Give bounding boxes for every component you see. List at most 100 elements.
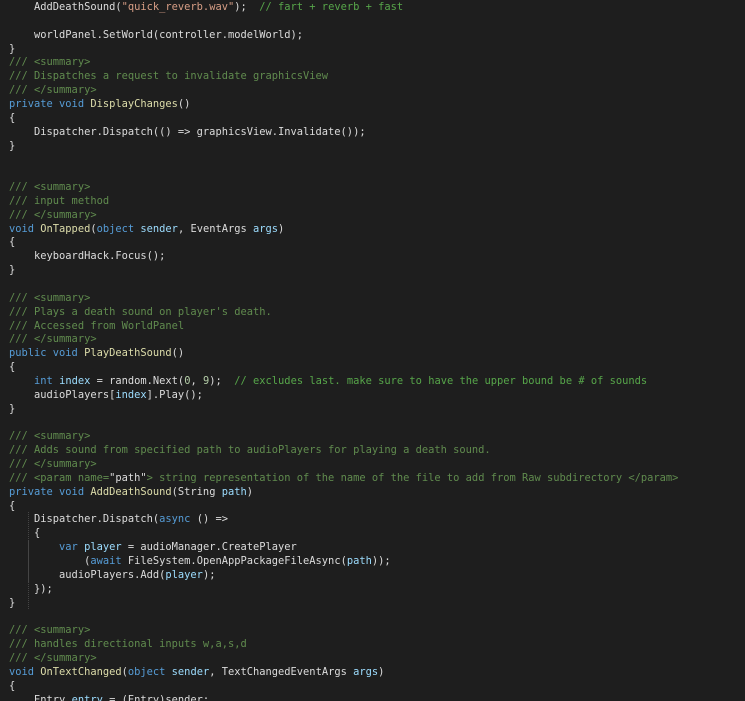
code-token: {	[9, 361, 16, 374]
code-line[interactable]: keyboardHack.Focus();	[9, 249, 165, 263]
code-line[interactable]: /// </summary>	[9, 83, 97, 97]
code-line[interactable]: }	[9, 596, 15, 610]
code-line[interactable]: });	[9, 582, 53, 596]
code-line[interactable]: int index = random.Next(0, 9); // exclud…	[9, 374, 647, 388]
code-line[interactable]: }	[9, 42, 15, 56]
code-token: args	[253, 222, 279, 235]
code-line[interactable]: /// </summary>	[9, 457, 97, 471]
code-token: /// <summary>	[9, 181, 91, 194]
code-line[interactable]: private void DisplayChanges()	[9, 97, 190, 111]
code-line[interactable]: /// <summary>	[9, 623, 90, 637]
code-token: private void	[9, 97, 91, 110]
code-token: int	[34, 374, 60, 387]
code-line[interactable]: var player = audioManager.CreatePlayer	[9, 540, 297, 554]
code-token: > string representation of the name of t…	[146, 471, 679, 484]
code-token: path	[221, 485, 247, 498]
code-token: /// Dispatches a request to invalidate g…	[9, 70, 329, 83]
code-line[interactable]: /// input method	[9, 194, 109, 208]
code-line[interactable]: Dispatcher.Dispatch(async () =>	[9, 512, 228, 526]
code-line[interactable]: /// Dispatches a request to invalidate g…	[9, 69, 328, 83]
code-line[interactable]: /// </summary>	[9, 208, 97, 222]
code-line[interactable]: AddDeathSound("quick_reverb.wav"); // fa…	[9, 0, 403, 14]
code-token: OnTapped	[40, 222, 91, 235]
code-line[interactable]: /// <summary>	[9, 291, 90, 305]
code-token: /// input method	[9, 194, 110, 207]
code-token: /// <param name=	[9, 471, 110, 484]
code-line[interactable]: /// </summary>	[9, 651, 97, 665]
code-line[interactable]: private void AddDeathSound(String path)	[9, 485, 253, 499]
code-line[interactable]: /// <summary>	[9, 429, 90, 443]
code-token: ()	[171, 347, 185, 360]
code-token: ));	[371, 555, 391, 567]
code-token: args	[353, 665, 379, 678]
code-line[interactable]: {	[9, 499, 15, 513]
code-line[interactable]: /// Accessed from WorldPanel	[9, 319, 184, 333]
code-token: , EventArgs	[177, 222, 254, 235]
code-line[interactable]: audioPlayers[index].Play();	[9, 388, 203, 402]
code-token: sender	[140, 222, 178, 235]
code-token: PlayDeathSound	[84, 347, 172, 360]
code-token: /// Adds sound from specified path to au…	[9, 444, 491, 457]
code-line[interactable]: worldPanel.SetWorld(controller.modelWorl…	[9, 28, 303, 42]
code-token: /// Accessed from WorldPanel	[9, 319, 185, 332]
code-token: (String	[171, 485, 222, 498]
code-line[interactable]: /// <summary>	[9, 180, 90, 194]
code-line[interactable]: /// Plays a death sound on player's deat…	[9, 305, 272, 319]
code-token: index	[115, 388, 147, 401]
code-token: var	[59, 541, 85, 554]
code-token: , TextChangedEventArgs	[209, 665, 354, 678]
code-token: /// handles directional inputs w,a,s,d	[9, 638, 247, 651]
code-line[interactable]: (await FileSystem.OpenAppPackageFileAsyn…	[9, 554, 391, 568]
code-line[interactable]: audioPlayers.Add(player);	[9, 568, 215, 582]
code-line[interactable]: public void PlayDeathSound()	[9, 346, 184, 360]
code-token: Dispatcher.Dispatch(() => graphicsView.I…	[9, 125, 366, 138]
code-token: index	[59, 374, 91, 387]
code-line[interactable]: void OnTapped(object sender, EventArgs a…	[9, 222, 284, 236]
code-token: {	[9, 236, 16, 249]
code-line[interactable]: /// <param name="path"> string represent…	[9, 471, 678, 485]
code-token: {	[9, 499, 16, 512]
code-token: /// </summary>	[9, 458, 97, 471]
code-token: }	[9, 264, 16, 277]
code-token: )	[278, 222, 285, 235]
code-token: ()	[177, 97, 191, 110]
code-token: }	[9, 596, 16, 609]
code-token: sender	[171, 665, 210, 678]
code-line[interactable]: {	[9, 526, 40, 540]
code-line[interactable]: /// <summary>	[9, 55, 90, 69]
code-line[interactable]: {	[9, 360, 15, 374]
code-token: FileSystem.OpenAppPackageFileAsync(	[127, 555, 347, 567]
code-token: /// </summary>	[9, 333, 97, 346]
code-line[interactable]: /// handles directional inputs w,a,s,d	[9, 637, 247, 651]
code-line[interactable]: {	[9, 111, 15, 125]
code-token: });	[9, 582, 53, 595]
code-token: player	[84, 541, 122, 554]
code-editor[interactable]: AddDeathSound("quick_reverb.wav"); // fa…	[0, 0, 745, 701]
code-line[interactable]: }	[9, 402, 15, 416]
code-token: /// <summary>	[9, 291, 91, 304]
code-token: );	[202, 568, 216, 581]
code-line[interactable]: }	[9, 139, 15, 153]
code-token: ,	[190, 374, 203, 387]
code-line[interactable]: {	[9, 679, 15, 693]
code-token: = audioManager.CreatePlayer	[121, 541, 297, 554]
code-token: )	[246, 485, 253, 498]
code-line[interactable]: Entry entry = (Entry)sender;	[9, 693, 209, 701]
code-line[interactable]: {	[9, 235, 15, 249]
code-token: void	[9, 222, 41, 235]
code-token: object	[96, 222, 141, 235]
code-token: entry	[71, 693, 103, 701]
code-token: OnTextChanged	[40, 665, 122, 678]
code-line[interactable]: Dispatcher.Dispatch(() => graphicsView.I…	[9, 125, 366, 139]
code-line[interactable]: /// Adds sound from specified path to au…	[9, 443, 491, 457]
code-token: AddDeathSound(	[9, 1, 122, 13]
code-token: }	[9, 402, 16, 415]
code-token: "quick_reverb.wav"	[121, 1, 235, 13]
code-token: private void	[9, 485, 91, 498]
code-token: player	[165, 568, 203, 581]
code-line[interactable]: void OnTextChanged(object sender, TextCh…	[9, 665, 384, 679]
code-line[interactable]: }	[9, 263, 15, 277]
code-token: public void	[9, 347, 85, 360]
code-line[interactable]: /// </summary>	[9, 332, 97, 346]
